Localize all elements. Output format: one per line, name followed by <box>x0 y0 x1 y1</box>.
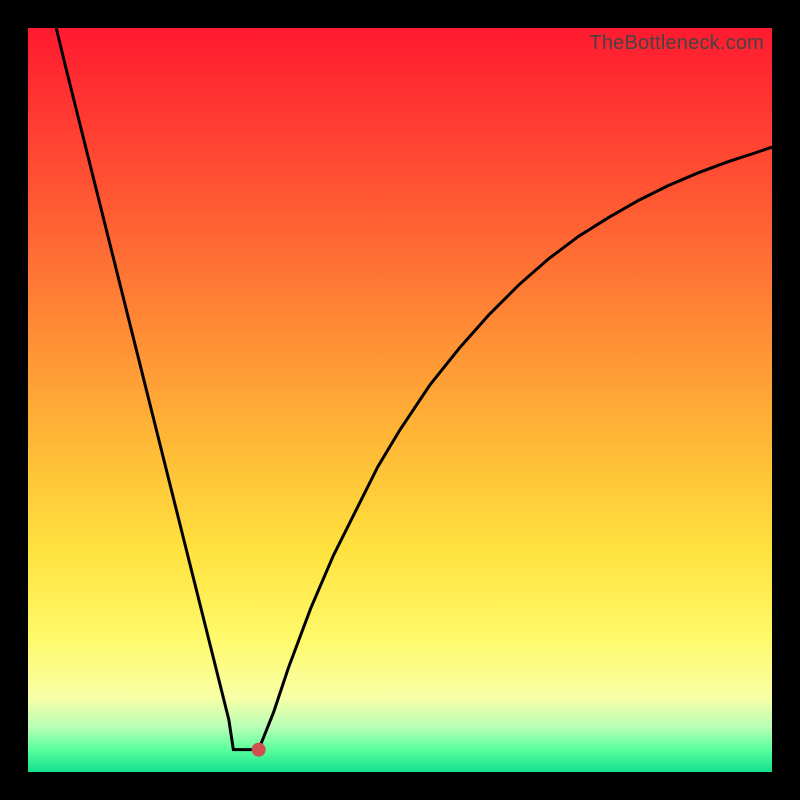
plot-area: TheBottleneck.com <box>28 28 772 772</box>
curve-line <box>56 28 772 750</box>
bottleneck-curve <box>28 28 772 772</box>
optimal-point-marker <box>252 743 266 757</box>
chart-frame: TheBottleneck.com <box>0 0 800 800</box>
